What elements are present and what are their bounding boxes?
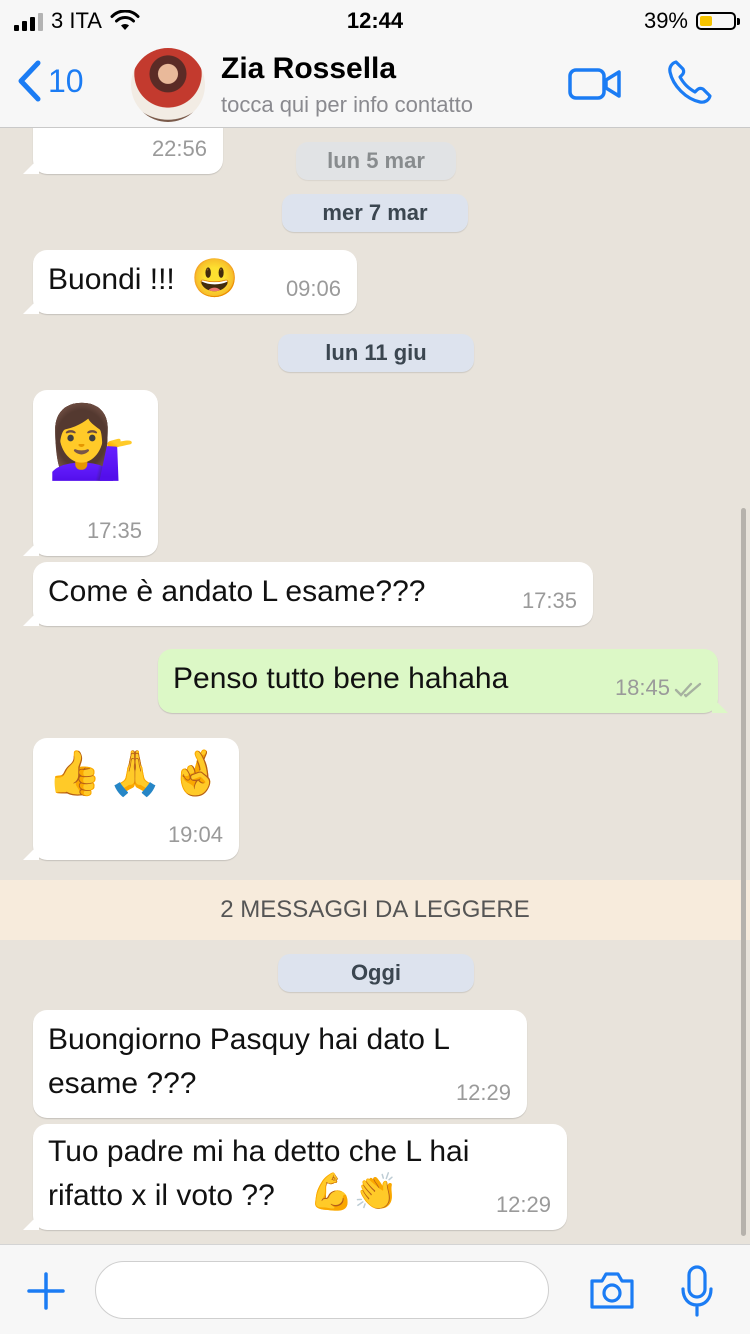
message-emoji: 😃 — [191, 258, 239, 300]
message-text: Come è andato L esame??? — [48, 575, 426, 608]
message-bubble-incoming[interactable]: Tuo padre mi ha detto che L hai rifatto … — [23, 1124, 567, 1230]
message-input[interactable] — [95, 1261, 549, 1319]
chat-area[interactable]: 22:56 lun 5 mar mer 7 mar Buondi !!! 😃 0… — [0, 128, 750, 1244]
camera-icon[interactable] — [588, 1269, 636, 1311]
message-text-line: Buongiorno Pasquy hai dato L — [48, 1023, 450, 1056]
message-emoji: 💁‍♀️ — [47, 402, 137, 482]
battery-percent: 39% — [643, 8, 688, 33]
message-emoji: 💪👏 — [309, 1171, 399, 1212]
chevron-left-icon — [18, 60, 41, 102]
message-time: 22:56 — [151, 136, 207, 161]
double-check-icon — [674, 682, 702, 698]
date-separator: lun 11 giu — [278, 334, 474, 372]
microphone-icon[interactable] — [680, 1265, 714, 1317]
message-time: 17:35 — [521, 588, 577, 613]
message-composer — [0, 1244, 750, 1334]
message-emoji: 👍🙏🤞 — [47, 749, 230, 798]
message-bubble-incoming[interactable]: 👍🙏🤞 19:04 — [23, 738, 239, 860]
message-bubble-incoming[interactable]: 22:56 — [23, 128, 223, 174]
message-bubble-outgoing[interactable]: Penso tutto bene hahaha 18:45 — [158, 649, 728, 713]
clock: 12:44 — [346, 8, 404, 33]
video-camera-icon[interactable] — [568, 64, 622, 104]
contact-subtitle[interactable]: tocca qui per info contatto — [221, 92, 473, 118]
message-bubble-incoming[interactable]: Come è andato L esame??? 17:35 — [23, 562, 593, 626]
status-right: 39% — [643, 8, 740, 34]
message-time: 18:45 — [614, 675, 670, 700]
message-time: 19:04 — [167, 822, 223, 847]
battery-icon — [696, 12, 740, 30]
message-text-line: esame ??? — [48, 1067, 197, 1100]
message-bubble-incoming[interactable]: Buondi !!! 😃 09:06 — [23, 250, 357, 314]
date-separator: mer 7 mar — [282, 194, 468, 232]
battery-fill — [700, 16, 712, 26]
chat-header: 10 Zia Rossella tocca qui per info conta… — [0, 40, 750, 128]
message-bubble-incoming[interactable]: Buongiorno Pasquy hai dato L esame ??? 1… — [33, 1010, 527, 1118]
unread-messages-banner: 2 MESSAGGI DA LEGGERE — [0, 880, 750, 940]
back-button[interactable]: 10 — [16, 60, 84, 102]
message-time: 17:35 — [86, 518, 142, 543]
phone-icon[interactable] — [666, 58, 714, 106]
message-text-line: rifatto x il voto ?? — [48, 1179, 275, 1212]
date-separator: Oggi — [278, 954, 474, 992]
date-separator: lun 5 mar — [296, 142, 456, 180]
plus-icon[interactable] — [26, 1271, 66, 1311]
message-time: 12:29 — [495, 1192, 551, 1217]
contact-name[interactable]: Zia Rossella — [221, 52, 396, 86]
message-text: Penso tutto bene hahaha — [173, 662, 509, 695]
message-time: 09:06 — [285, 276, 341, 301]
status-bar: 3 ITA 12:44 39% — [0, 0, 750, 40]
back-count: 10 — [48, 62, 84, 99]
message-text-line: Tuo padre mi ha detto che L hai — [48, 1135, 470, 1168]
avatar[interactable] — [131, 48, 205, 122]
message-text: Buondi !!! — [48, 263, 175, 296]
message-bubble-incoming[interactable]: 💁‍♀️ 17:35 — [23, 390, 158, 556]
message-time: 12:29 — [455, 1080, 511, 1105]
scrollbar[interactable] — [741, 508, 746, 1236]
